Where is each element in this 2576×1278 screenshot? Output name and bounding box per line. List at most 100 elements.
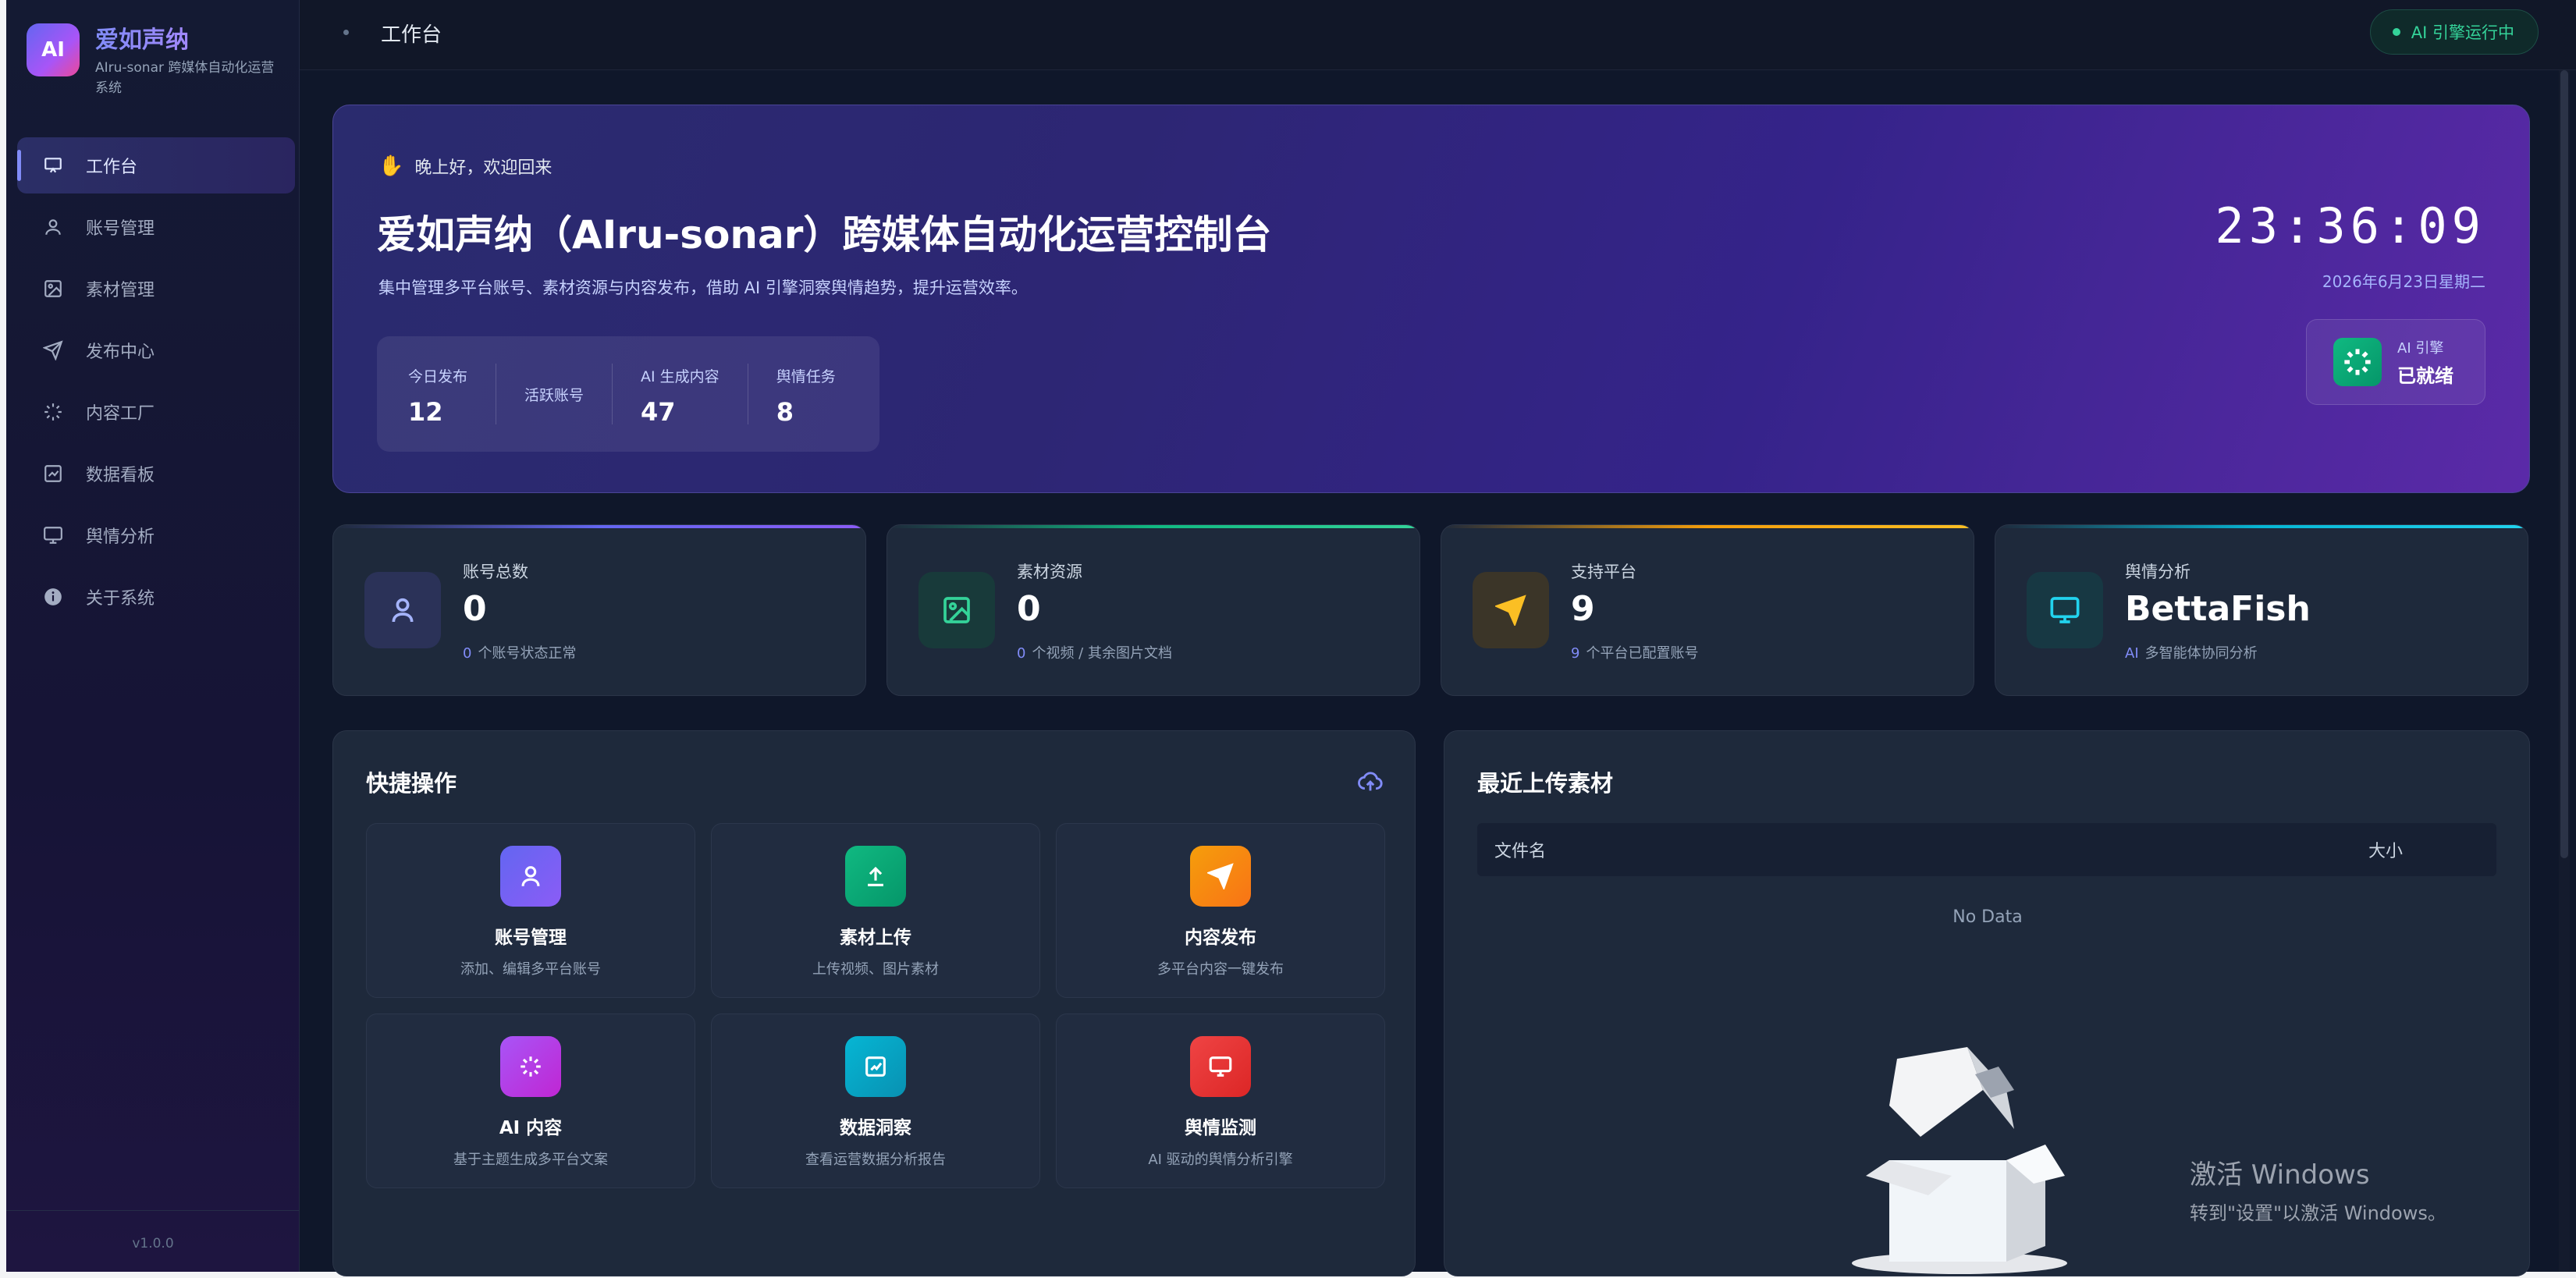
spinner-icon [500, 1036, 561, 1097]
sidebar-item-about[interactable]: 关于系统 [17, 569, 295, 625]
image-icon [42, 278, 64, 300]
sidebar-item-workbench[interactable]: 工作台 [17, 137, 295, 193]
scrollbar-thumb[interactable] [2560, 70, 2568, 858]
action-subtitle: 查看运营数据分析报告 [805, 1152, 946, 1168]
user-icon [42, 216, 64, 238]
date-label: 2026年6月23日星期二 [2322, 272, 2485, 291]
action-title: 数据洞察 [840, 1118, 911, 1138]
quick-action-monitoring[interactable]: 舆情监测 AI 驱动的舆情分析引擎 [1056, 1014, 1385, 1188]
quick-action-accounts[interactable]: 账号管理 添加、编辑多平台账号 [366, 823, 695, 998]
metric-note: AI 多智能体协同分析 [2125, 645, 2258, 662]
column-header-size[interactable]: 大小 [2368, 837, 2403, 862]
sidebar-item-label: 内容工厂 [86, 404, 155, 424]
sidebar-item-label: 舆情分析 [86, 527, 155, 547]
metric-note: 0 个视频 / 其余图片文档 [1017, 645, 1172, 662]
engine-status-text: AI 引擎运行中 [2411, 23, 2514, 42]
stat-label: 舆情任务 [776, 368, 836, 385]
metric-label: 素材资源 [1017, 563, 1082, 581]
metric-card-platforms[interactable]: 支持平台 9 9 个平台已配置账号 [1441, 524, 1974, 696]
empty-box-icon [1850, 1043, 2077, 1276]
metric-accent-bar [1995, 525, 2528, 528]
spinner-icon [42, 401, 64, 423]
stat-today-published: 今日发布 12 [408, 364, 497, 427]
action-title: AI 内容 [499, 1118, 563, 1138]
metric-accent-bar [1441, 525, 1974, 528]
metric-value: 0 [463, 589, 487, 629]
metric-card-sentiment[interactable]: 舆情分析 BettaFish AI 多智能体协同分析 [1995, 524, 2528, 696]
ai-engine-icon [2333, 338, 2382, 386]
greeting-text: 晚上好，欢迎回来 [414, 158, 553, 178]
action-title: 舆情监测 [1185, 1118, 1256, 1138]
stat-active-accounts: 活跃账号 [524, 364, 613, 424]
welcome-banner: ✋ 晚上好，欢迎回来 爱如声纳（AIru-sonar）跨媒体自动化运营控制台 集… [332, 105, 2530, 493]
ai-engine-card[interactable]: AI 引擎 已就绪 [2306, 319, 2485, 405]
sidebar-item-materials[interactable]: 素材管理 [17, 261, 295, 317]
send-icon [1473, 572, 1549, 648]
info-icon [42, 586, 64, 608]
cloud-upload-icon[interactable] [1357, 769, 1384, 795]
stat-value: 8 [776, 397, 794, 427]
stat-label: 活跃账号 [524, 387, 584, 404]
scrollbar[interactable] [2559, 70, 2570, 1272]
today-stats: 今日发布 12 活跃账号 AI 生成内容 47 舆情任务 8 [377, 336, 879, 452]
metric-label: 账号总数 [463, 563, 528, 581]
metric-card-materials[interactable]: 素材资源 0 0 个视频 / 其余图片文档 [886, 524, 1420, 696]
metric-value: BettaFish [2125, 589, 2311, 629]
page-description: 集中管理多平台账号、素材资源与内容发布，借助 AI 引擎洞察舆情趋势，提升运营效… [378, 279, 1028, 297]
chart-icon [42, 463, 64, 485]
column-header-filename[interactable]: 文件名 [1494, 837, 2368, 862]
breadcrumb-dot [343, 30, 349, 35]
stat-label: AI 生成内容 [641, 368, 720, 385]
stat-value: 12 [408, 397, 443, 427]
metric-value: 9 [1571, 589, 1595, 629]
table-header: 文件名 大小 [1477, 823, 2496, 876]
empty-state-text: No Data [1952, 907, 2023, 927]
windows-activation-watermark: 激活 Windows 转到"设置"以激活 Windows。 [2190, 1153, 2446, 1225]
wave-hand-icon: ✋ [378, 154, 404, 178]
monitor-icon [1190, 1036, 1251, 1097]
ai-engine-label: AI 引擎 [2397, 339, 2444, 357]
send-icon [1190, 846, 1251, 907]
metric-label: 舆情分析 [2125, 563, 2190, 581]
stat-value: 47 [641, 397, 676, 427]
action-subtitle: 多平台内容一键发布 [1157, 961, 1284, 978]
quick-action-upload[interactable]: 素材上传 上传视频、图片素材 [711, 823, 1040, 998]
action-subtitle: 基于主题生成多平台文案 [453, 1152, 608, 1168]
quick-actions-panel: 快捷操作 账号管理 添加、编辑多平台账号 素材上传 上传视频、图片素材 内容发布… [332, 730, 1416, 1276]
quick-action-publish[interactable]: 内容发布 多平台内容一键发布 [1056, 823, 1385, 998]
quick-action-ai-content[interactable]: AI 内容 基于主题生成多平台文案 [366, 1014, 695, 1188]
metric-note: 9 个平台已配置账号 [1571, 645, 1699, 662]
sidebar-item-sentiment[interactable]: 舆情分析 [17, 507, 295, 563]
app-subtitle: AIru-sonar 跨媒体自动化运营系统 [95, 60, 275, 96]
app-logo: AI [27, 23, 80, 76]
sidebar-item-publish[interactable]: 发布中心 [17, 322, 295, 378]
action-subtitle: 添加、编辑多平台账号 [460, 961, 601, 978]
panel-title: 快捷操作 [366, 770, 457, 797]
action-subtitle: AI 驱动的舆情分析引擎 [1148, 1152, 1293, 1168]
monitor-icon [2027, 572, 2103, 648]
sidebar-item-label: 关于系统 [86, 589, 155, 609]
sidebar-item-label: 工作台 [86, 158, 138, 177]
metric-note: 0 个账号状态正常 [463, 645, 577, 662]
sidebar-item-content-factory[interactable]: 内容工厂 [17, 384, 295, 440]
quick-action-insights[interactable]: 数据洞察 查看运营数据分析报告 [711, 1014, 1040, 1188]
brand[interactable]: AI 爱如声纳 AIru-sonar 跨媒体自动化运营系统 [27, 23, 279, 98]
sidebar-item-label: 发布中心 [86, 343, 155, 362]
sidebar-nav: 工作台 账号管理 素材管理 发布中心 内容工厂 数据看板 舆情分析 关于系统 [17, 137, 295, 630]
watermark-line1: 激活 Windows [2190, 1159, 2370, 1191]
sidebar-item-label: 账号管理 [86, 219, 155, 239]
sidebar-item-dashboard[interactable]: 数据看板 [17, 446, 295, 502]
action-subtitle: 上传视频、图片素材 [812, 961, 939, 978]
sidebar-item-label: 素材管理 [86, 281, 155, 300]
metric-card-accounts[interactable]: 账号总数 0 0 个账号状态正常 [332, 524, 866, 696]
watermark-line2: 转到"设置"以激活 Windows。 [2190, 1202, 2446, 1224]
action-title: 内容发布 [1185, 928, 1256, 948]
stat-ai-generated: AI 生成内容 47 [641, 364, 748, 427]
stat-sentiment-tasks: 舆情任务 8 [776, 364, 864, 427]
send-icon [42, 339, 64, 361]
sidebar-item-accounts[interactable]: 账号管理 [17, 199, 295, 255]
sidebar-divider [6, 1210, 300, 1211]
greeting: ✋ 晚上好，欢迎回来 [378, 154, 552, 179]
ai-engine-state: 已就绪 [2397, 364, 2453, 387]
engine-status-badge[interactable]: AI 引擎运行中 [2369, 9, 2539, 55]
